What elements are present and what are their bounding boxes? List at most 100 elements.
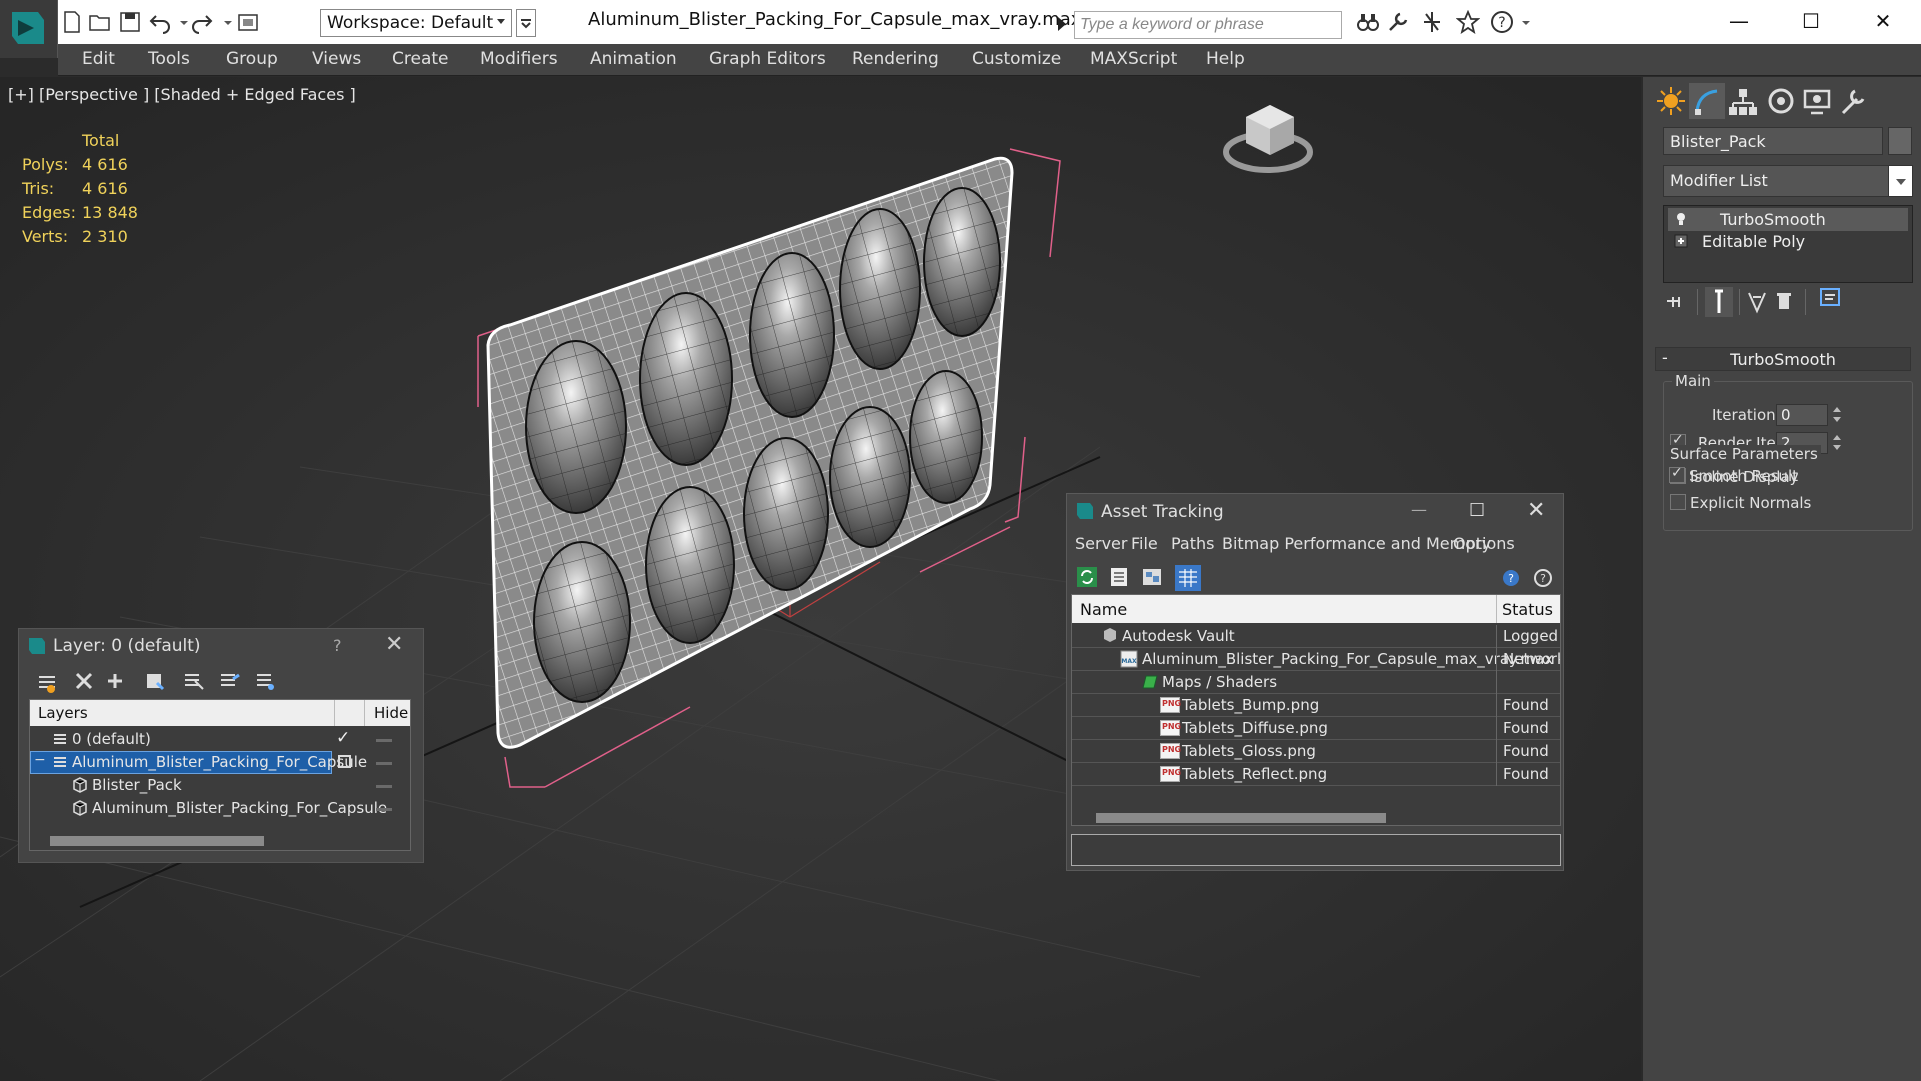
help-dropdown-icon[interactable] bbox=[1514, 10, 1530, 34]
undo-dropdown-icon[interactable] bbox=[172, 10, 188, 34]
undo-icon[interactable] bbox=[148, 10, 172, 34]
modifier-list-dropdown[interactable]: Modifier List bbox=[1663, 165, 1913, 197]
menu-views[interactable]: Views bbox=[312, 49, 361, 69]
close-button[interactable]: ✕ bbox=[1527, 498, 1545, 523]
horizontal-scrollbar[interactable] bbox=[50, 836, 264, 846]
hide-toggle[interactable] bbox=[376, 785, 392, 788]
open-file-icon[interactable] bbox=[88, 10, 112, 34]
project-folder-icon[interactable] bbox=[236, 10, 260, 34]
freeze-layer-icon[interactable] bbox=[257, 674, 274, 690]
close-button[interactable]: ✕ bbox=[1866, 6, 1900, 36]
binoculars-icon[interactable] bbox=[1356, 10, 1380, 34]
col-hide[interactable]: Hide bbox=[374, 704, 408, 722]
minimize-button[interactable]: — bbox=[1411, 500, 1427, 519]
expand-plus-icon[interactable] bbox=[1674, 233, 1688, 248]
layer-row-object[interactable]: Aluminum_Blister_Packing_For_Capsule bbox=[30, 797, 410, 820]
new-file-icon[interactable] bbox=[60, 10, 84, 34]
configure-sets-icon[interactable] bbox=[1820, 288, 1840, 306]
asset-row-png[interactable]: Tablets_Gloss.png Found bbox=[1072, 740, 1560, 763]
utilities-tab-icon[interactable] bbox=[1835, 83, 1871, 119]
motion-tab-icon[interactable] bbox=[1763, 83, 1799, 119]
hide-toggle[interactable] bbox=[376, 739, 392, 742]
close-button[interactable]: ✕ bbox=[385, 632, 403, 657]
viewport-label[interactable]: [+] [Perspective ] [Shaded + Edged Faces… bbox=[8, 85, 356, 104]
object-color-swatch[interactable] bbox=[1888, 127, 1912, 155]
object-name-field[interactable]: Blister_Pack bbox=[1663, 127, 1883, 155]
show-end-result-icon[interactable] bbox=[1705, 287, 1733, 317]
search-expand-icon[interactable] bbox=[1058, 17, 1066, 31]
menu-options[interactable]: Options bbox=[1453, 534, 1515, 553]
add-icon[interactable] bbox=[108, 674, 122, 688]
workspace-menu-button[interactable] bbox=[516, 9, 536, 37]
layer-row-default[interactable]: 0 (default) ✓ bbox=[30, 728, 410, 751]
search-input[interactable]: Type a keyword or phrase bbox=[1074, 11, 1342, 39]
maximize-button[interactable]: ☐ bbox=[1469, 500, 1485, 521]
asset-row-png[interactable]: Tablets_Diffuse.png Found bbox=[1072, 717, 1560, 740]
menu-tools[interactable]: Tools bbox=[148, 49, 190, 69]
current-layer-check-icon[interactable]: ✓ bbox=[336, 728, 350, 748]
menu-bitmap-performance[interactable]: Bitmap Performance and Memory bbox=[1222, 534, 1491, 553]
help-button[interactable]: ? bbox=[333, 636, 342, 655]
delete-icon[interactable] bbox=[75, 672, 93, 690]
menu-help[interactable]: Help bbox=[1206, 49, 1245, 69]
lightbulb-icon[interactable] bbox=[1674, 211, 1688, 225]
tools-icon[interactable] bbox=[1386, 10, 1410, 34]
display-tab-icon[interactable] bbox=[1799, 83, 1835, 119]
asset-row-maps[interactable]: Maps / Shaders bbox=[1072, 671, 1560, 694]
col-layers[interactable]: Layers bbox=[38, 704, 88, 722]
make-unique-icon[interactable] bbox=[1748, 292, 1766, 314]
layer-row-object[interactable]: Blister_Pack bbox=[30, 774, 410, 797]
layer-settings-icon[interactable] bbox=[39, 676, 55, 693]
render-iters-spinner-arrows[interactable] bbox=[1832, 432, 1842, 454]
thumbnail-view-icon[interactable] bbox=[1143, 569, 1161, 585]
menu-customize[interactable]: Customize bbox=[972, 49, 1061, 69]
explicit-normals-checkbox[interactable] bbox=[1670, 494, 1686, 510]
table-view-icon[interactable] bbox=[1175, 565, 1201, 591]
connect-icon[interactable] bbox=[1420, 10, 1444, 34]
hierarchy-tab-icon[interactable] bbox=[1725, 83, 1761, 119]
create-tab-icon[interactable] bbox=[1653, 83, 1689, 119]
menu-file[interactable]: File bbox=[1131, 534, 1158, 553]
menu-group[interactable]: Group bbox=[226, 49, 278, 69]
layer-row-aluminum[interactable]: − Aluminum_Blister_Packing_For_Capsule bbox=[30, 751, 410, 774]
stack-item-editable-poly[interactable]: Editable Poly bbox=[1668, 230, 1908, 253]
menu-rendering[interactable]: Rendering bbox=[852, 49, 939, 69]
minimize-button[interactable]: — bbox=[1722, 6, 1756, 36]
asset-row-vault[interactable]: Autodesk Vault Logged O bbox=[1072, 625, 1560, 648]
asset-row-png[interactable]: Tablets_Bump.png Found bbox=[1072, 694, 1560, 717]
asset-row-max-file[interactable]: MAX Aluminum_Blister_Packing_For_Capsule… bbox=[1072, 648, 1560, 671]
menu-animation[interactable]: Animation bbox=[590, 49, 677, 69]
menu-graph-editors[interactable]: Graph Editors bbox=[709, 49, 826, 69]
redo-icon[interactable] bbox=[190, 10, 214, 34]
stack-item-turbosmooth[interactable]: TurboSmooth bbox=[1668, 208, 1908, 231]
save-icon[interactable] bbox=[118, 10, 142, 34]
turbosmooth-rollout-header[interactable]: - TurboSmooth bbox=[1655, 347, 1911, 371]
menu-paths[interactable]: Paths bbox=[1171, 534, 1214, 553]
layer-panel-titlebar[interactable]: Layer: 0 (default) bbox=[19, 629, 423, 663]
help-icon[interactable]: ? bbox=[1490, 10, 1514, 34]
help-icon[interactable]: ? bbox=[1534, 569, 1552, 587]
app-logo[interactable] bbox=[0, 0, 58, 58]
maximize-button[interactable]: ☐ bbox=[1794, 6, 1828, 36]
star-icon[interactable] bbox=[1455, 9, 1481, 35]
remove-modifier-icon[interactable] bbox=[1777, 293, 1791, 309]
highlight-layer-icon[interactable] bbox=[221, 673, 240, 686]
hide-toggle[interactable] bbox=[376, 762, 392, 765]
asset-panel-titlebar[interactable]: Asset Tracking bbox=[1067, 494, 1563, 528]
menu-server[interactable]: Server bbox=[1075, 534, 1127, 553]
redo-dropdown-icon[interactable] bbox=[216, 10, 232, 34]
set-current-checkbox[interactable] bbox=[338, 755, 351, 768]
asset-row-png[interactable]: Tablets_Reflect.png Found bbox=[1072, 763, 1560, 786]
horizontal-scrollbar[interactable] bbox=[1096, 813, 1386, 823]
pin-stack-icon[interactable] bbox=[1667, 297, 1680, 307]
collapse-icon[interactable]: − bbox=[34, 752, 46, 768]
vault-help-icon[interactable]: ? bbox=[1503, 570, 1519, 586]
col-name[interactable]: Name bbox=[1080, 600, 1127, 619]
smooth-result-checkbox[interactable] bbox=[1669, 465, 1685, 483]
hide-toggle[interactable] bbox=[376, 808, 392, 811]
list-view-icon[interactable] bbox=[1111, 568, 1127, 586]
iterations-spinner[interactable]: 0 bbox=[1776, 404, 1828, 426]
col-status[interactable]: Status bbox=[1502, 600, 1553, 619]
modify-tab-icon[interactable] bbox=[1689, 83, 1725, 119]
select-objects-icon[interactable] bbox=[185, 674, 204, 690]
